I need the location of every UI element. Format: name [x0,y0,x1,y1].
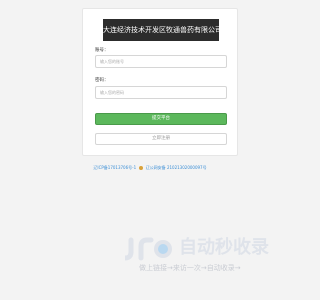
password-label: 密码： [95,78,109,83]
police-record-link[interactable]: 辽公网安备 21021302000097号 [146,165,207,170]
account-input[interactable] [95,55,227,68]
watermark-title: 自动秒收录 [179,237,269,258]
watermark: 自动秒收录 做上链接→来访一次→自动收录→ [125,234,285,278]
company-title: 大连经济技术开发区牧通兽药有限公司 [103,19,219,41]
footer: 辽ICP备17013706号-1 辽公网安备 21021302000097号 [0,165,300,171]
login-card: 大连经济技术开发区牧通兽药有限公司 账号： 密码： 提交平台 立即注册 [82,8,238,156]
icp-link[interactable]: 辽ICP备17013706号-1 [93,165,136,170]
police-badge-icon [139,165,144,170]
register-button[interactable]: 立即注册 [95,133,227,145]
page: 大连经济技术开发区牧通兽药有限公司 账号： 密码： 提交平台 立即注册 辽ICP… [0,0,300,300]
password-input[interactable] [95,86,227,99]
watermark-logo-icon [125,237,172,261]
submit-button[interactable]: 提交平台 [95,113,227,125]
account-label: 账号： [95,48,109,53]
watermark-subtitle: 做上链接→来访一次→自动收录→ [139,264,241,272]
